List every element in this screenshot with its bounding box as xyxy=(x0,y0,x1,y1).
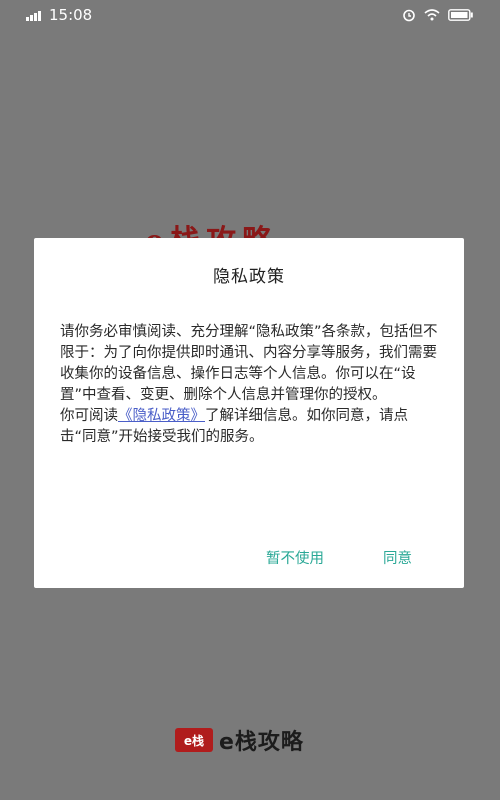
dialog-body-read: 你可阅读《隐私政策》了解详细信息。如你同意，请点击“同意”开始接受我们的服务。 xyxy=(60,406,444,448)
dialog-body-text: 请你务必审慎阅读、充分理解“隐私政策”各条款，包括但不限于：为了向你提供即时通讯… xyxy=(60,324,438,403)
wifi-icon xyxy=(424,9,440,21)
privacy-policy-link[interactable]: 《隐私政策》 xyxy=(118,408,205,424)
agree-button[interactable]: 同意 xyxy=(379,544,416,574)
brand-name: e栈攻略 xyxy=(219,730,304,755)
status-bar: 15:08 xyxy=(0,0,500,30)
dialog-title: 隐私政策 xyxy=(213,267,285,287)
privacy-dialog: 隐私政策 请你务必审慎阅读、充分理解“隐私政策”各条款，包括但不限于：为了向你提… xyxy=(34,238,464,588)
status-right xyxy=(402,8,474,22)
status-time: 15:08 xyxy=(49,6,93,24)
brand-logo: e栈 e栈攻略 xyxy=(175,726,304,755)
status-left: 15:08 xyxy=(26,6,92,24)
read-prefix: 你可阅读 xyxy=(60,408,118,424)
brand-badge: e栈 xyxy=(175,728,213,752)
dialog-body: 请你务必审慎阅读、充分理解“隐私政策”各条款，包括但不限于：为了向你提供即时通讯… xyxy=(60,322,444,448)
decline-button[interactable]: 暂不使用 xyxy=(262,544,328,574)
app-screen: 15:08 e栈攻略 隐私政策 请你务必审慎阅读、充分理解“隐私政策”各条款，包… xyxy=(0,0,500,800)
dialog-actions: 暂不使用 同意 xyxy=(34,544,464,574)
alarm-icon xyxy=(402,8,416,22)
signal-icon xyxy=(26,9,41,21)
battery-icon xyxy=(448,9,474,21)
